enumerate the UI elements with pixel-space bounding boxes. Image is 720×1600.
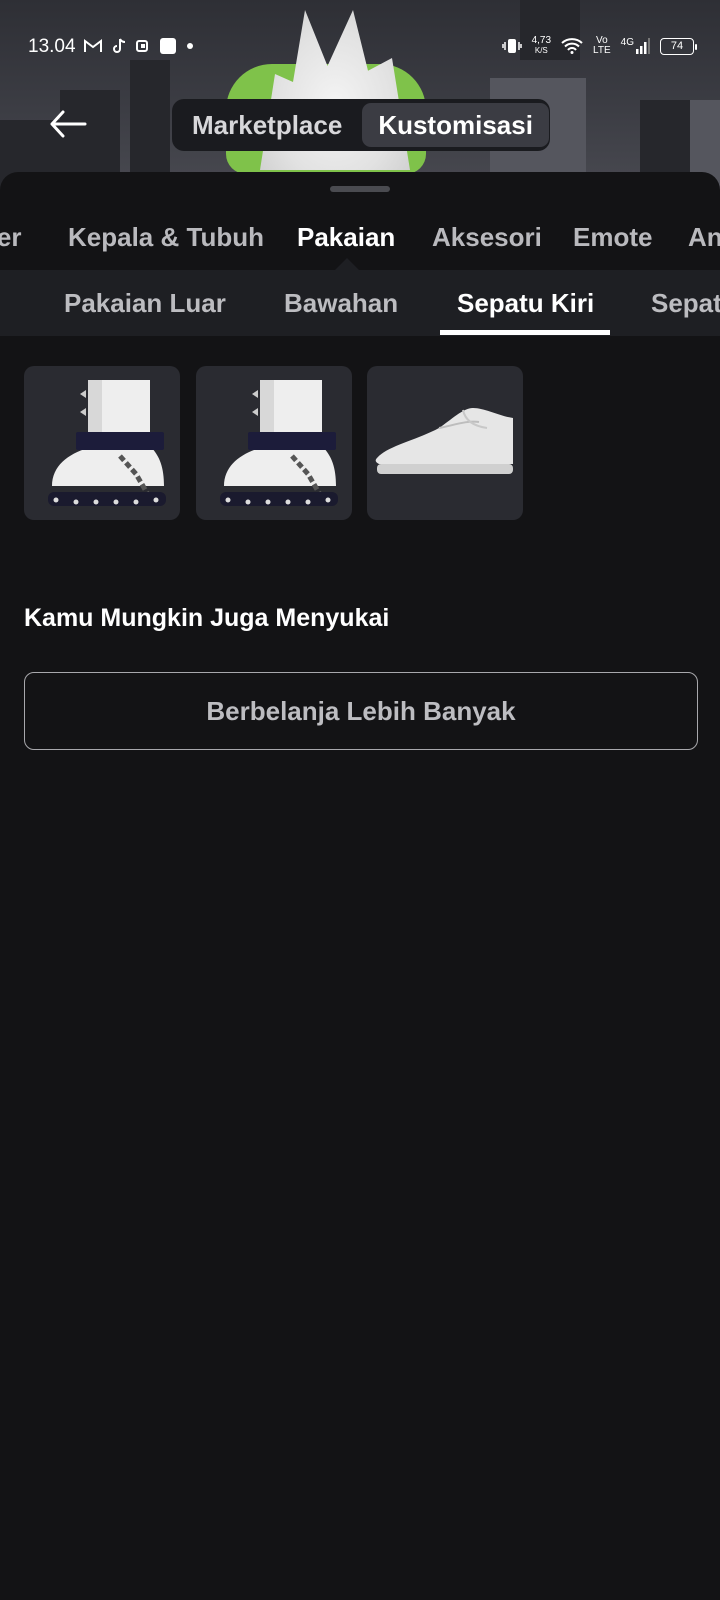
signal-group: 4G xyxy=(621,38,650,54)
segment-kustomisasi[interactable]: Kustomisasi xyxy=(362,103,549,147)
volte-bottom: LTE xyxy=(593,45,611,56)
vibrate-icon xyxy=(501,39,522,53)
network-type: 4G xyxy=(620,37,634,48)
back-button[interactable] xyxy=(44,104,92,144)
tab-karakter[interactable]: Karakter xyxy=(0,222,22,253)
subtab-sepatu-kanan[interactable]: Sepatu Kanan xyxy=(651,288,720,319)
app-icon xyxy=(136,40,148,52)
volte-indicator: Vo LTE xyxy=(593,36,611,56)
spiked-boot-thumbnail xyxy=(220,380,338,506)
item-card-spiked-boot-2[interactable] xyxy=(196,366,352,520)
item-card-spiked-boot-1[interactable] xyxy=(24,366,180,520)
subtab-bawahan[interactable]: Bawahan xyxy=(284,288,398,319)
tab-aksesori[interactable]: Aksesori xyxy=(432,222,542,253)
wifi-icon xyxy=(561,38,583,54)
tiktok-icon xyxy=(113,38,126,53)
mode-segmented-control: Marketplace Kustomisasi xyxy=(172,99,550,151)
customization-sheet: Karakter Kepala & Tubuh Pakaian Aksesori… xyxy=(0,172,720,1600)
signal-icon xyxy=(636,38,650,54)
item-card-slip-on-shoe[interactable] xyxy=(367,366,523,520)
shop-more-button[interactable]: Berbelanja Lebih Banyak xyxy=(24,672,698,750)
tab-pakaian[interactable]: Pakaian xyxy=(297,222,395,253)
notification-icons xyxy=(84,38,194,54)
status-bar: 13.04 4,73 K/S Vo LTE 4G 74 xyxy=(0,30,720,64)
tab-emote[interactable]: Emote xyxy=(573,222,652,253)
system-icons: 4,73 K/S Vo LTE 4G 74 xyxy=(501,36,697,56)
dot-icon xyxy=(187,43,193,49)
net-speed-value: 4,73 xyxy=(531,35,552,46)
net-speed-unit: K/S xyxy=(534,46,548,55)
subtab-sepatu-kiri[interactable]: Sepatu Kiri xyxy=(457,288,594,319)
arrow-left-icon xyxy=(50,110,87,138)
status-time: 13.04 xyxy=(28,36,76,57)
battery-level: 74 xyxy=(670,40,684,52)
subtab-pakaian-luar[interactable]: Pakaian Luar xyxy=(64,288,226,319)
active-tab-caret xyxy=(335,258,359,270)
net-speed: 4,73 K/S xyxy=(532,36,551,56)
category-tabs: Karakter Kepala & Tubuh Pakaian Aksesori… xyxy=(0,216,720,264)
subcategory-tabs: Pakaian Luar Bawahan Sepatu Kiri Sepatu … xyxy=(0,270,720,336)
recommendations-title: Kamu Mungkin Juga Menyukai xyxy=(24,604,390,632)
tab-animasi[interactable]: Animasi xyxy=(688,222,720,253)
gmail-icon xyxy=(84,39,102,52)
active-subtab-underline xyxy=(440,330,610,335)
drag-handle[interactable] xyxy=(330,186,390,192)
spiked-boot-thumbnail xyxy=(48,380,166,506)
slip-on-shoe-thumbnail xyxy=(375,408,513,474)
square-notification-icon xyxy=(160,38,176,54)
battery-icon: 74 xyxy=(660,37,697,55)
segment-marketplace[interactable]: Marketplace xyxy=(176,103,358,147)
tab-kepala-tubuh[interactable]: Kepala & Tubuh xyxy=(68,222,264,253)
